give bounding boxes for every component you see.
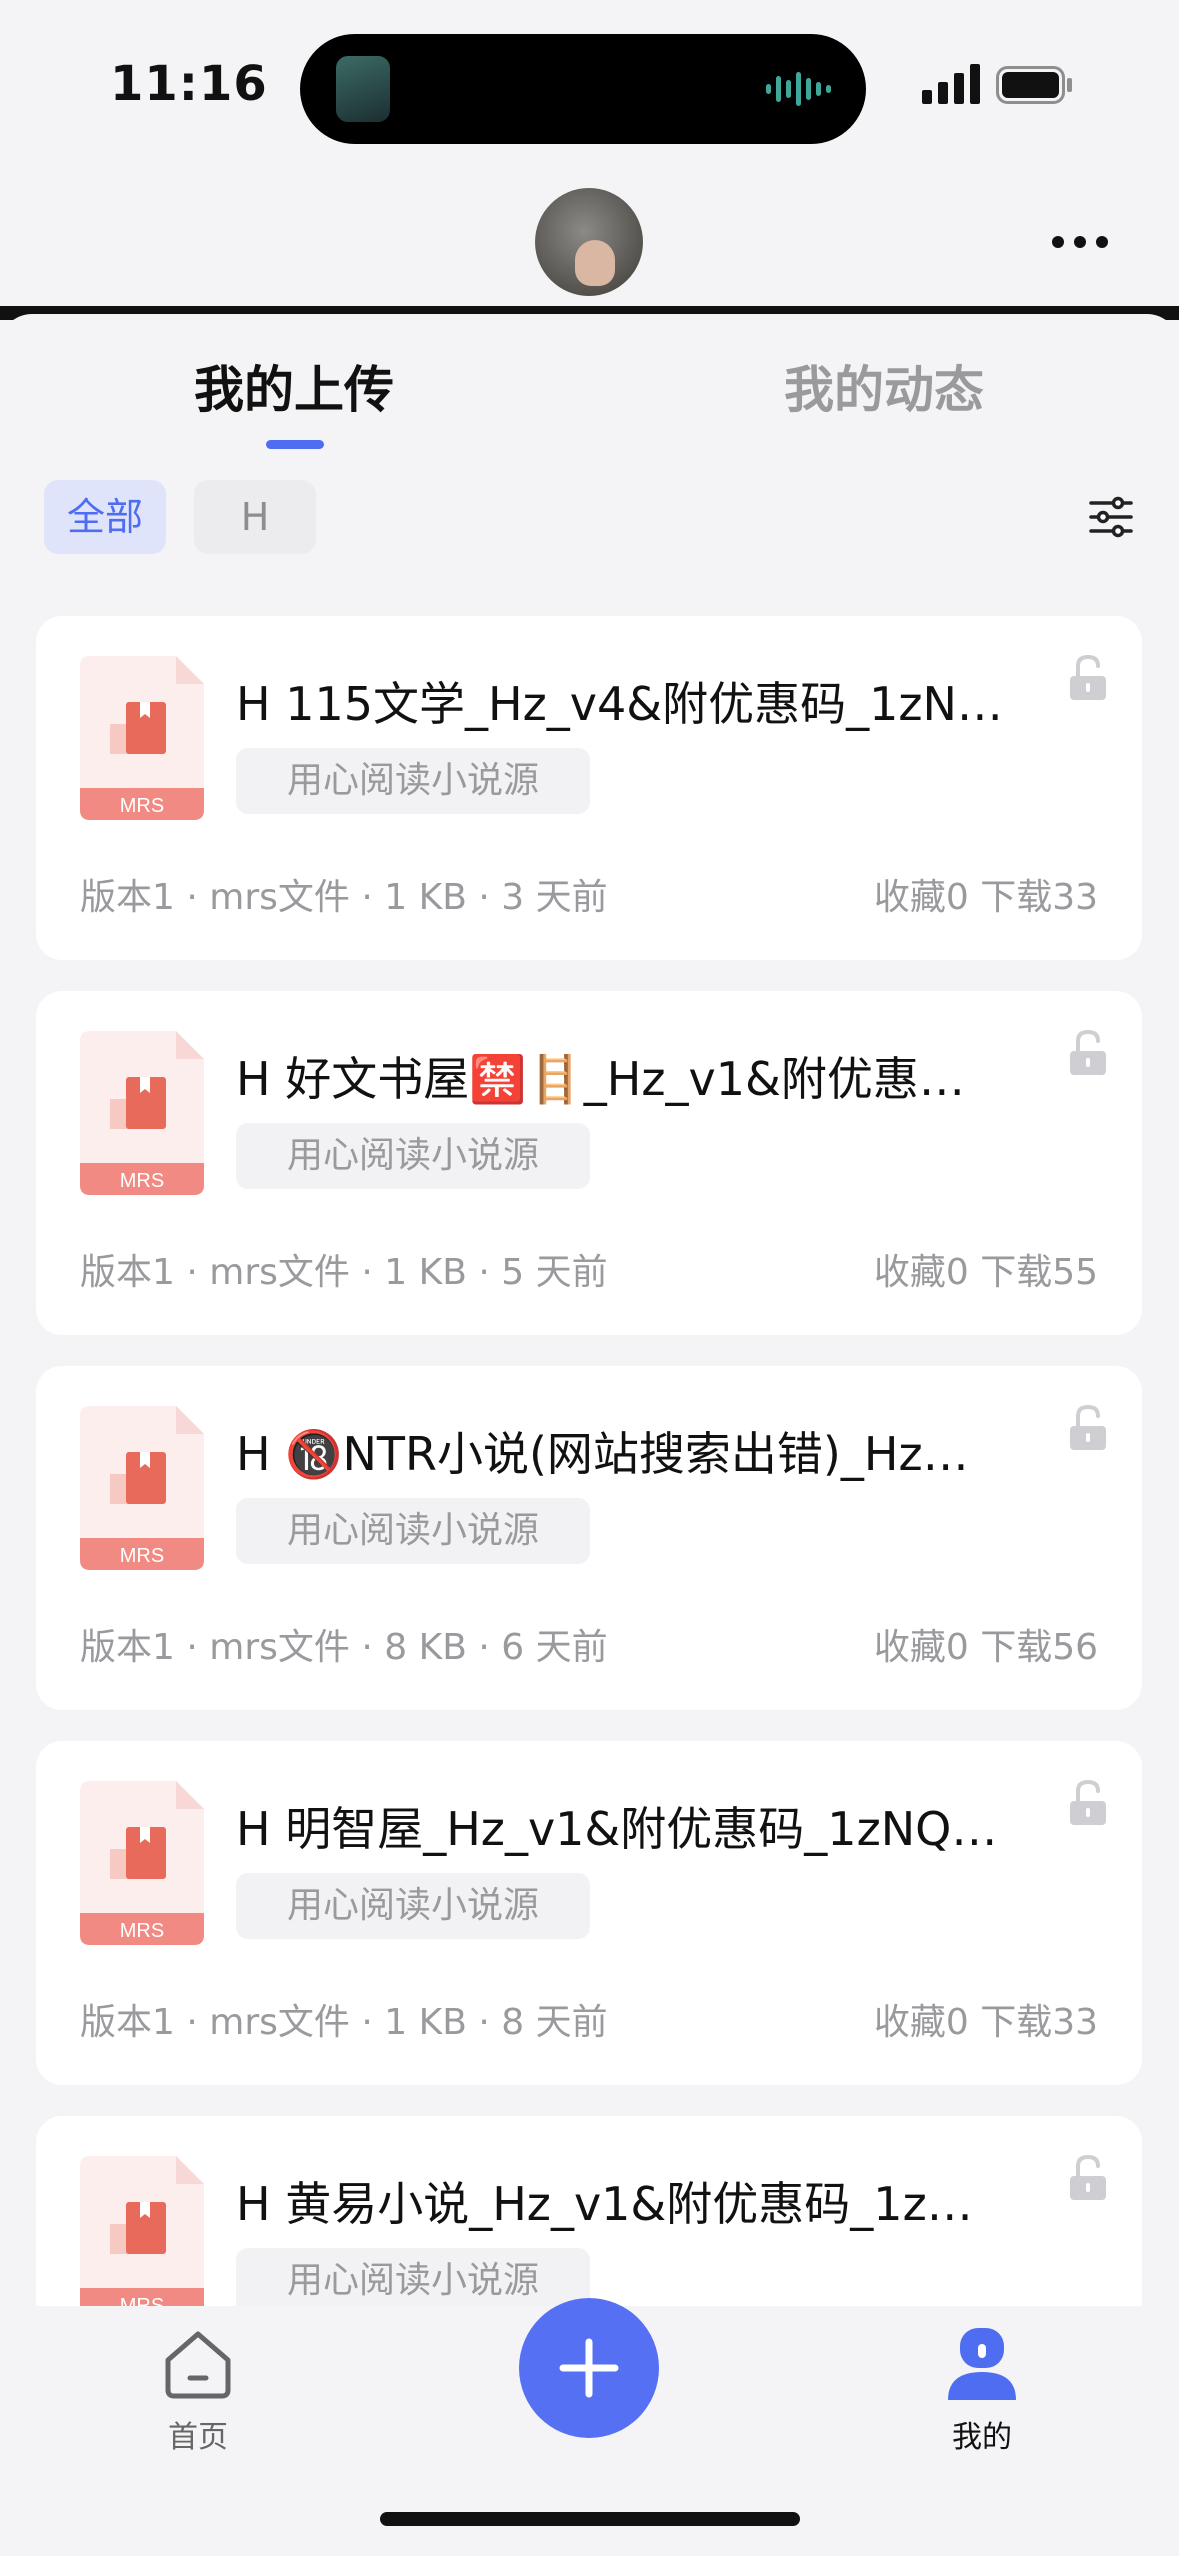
status-bar: 11:16 — [0, 0, 1179, 170]
unlock-icon[interactable] — [1068, 2154, 1108, 2202]
file-title: H 好文书屋🈲🪜_Hz_v1&附优惠… — [236, 1052, 965, 1106]
file-type: mrs文件 — [209, 2002, 350, 2043]
more-dot-icon — [1096, 236, 1108, 248]
filter-settings-icon[interactable] — [1088, 494, 1134, 540]
file-stats: 收藏0 下载33 — [874, 1993, 1098, 2045]
nav-home-label: 首页 — [168, 2420, 228, 2455]
file-version: 版本1 — [80, 877, 175, 918]
svg-text:MRS: MRS — [120, 1545, 164, 1567]
more-dot-icon — [1052, 236, 1064, 248]
unlock-icon[interactable] — [1068, 1029, 1108, 1077]
cellular-signal-icon — [922, 64, 980, 104]
file-card[interactable]: MRS H 🔞NTR小说(网站搜索出错)_Hz… 用心阅读小说源 版本1 · m… — [36, 1366, 1142, 1710]
file-time: 3 天前 — [501, 877, 608, 918]
home-icon — [165, 2331, 231, 2399]
mrs-file-icon: MRS — [80, 1781, 204, 1945]
file-version: 版本1 — [80, 2002, 175, 2043]
mrs-file-icon: MRS — [80, 1406, 204, 1570]
svg-text:MRS: MRS — [120, 1170, 164, 1192]
plus-icon — [559, 2338, 619, 2398]
downloads-count: 下载33 — [980, 2002, 1098, 2043]
file-meta: 版本1 · mrs文件 · 8 KB · 6 天前 — [80, 1627, 608, 1668]
nav-mine[interactable]: 我的 — [934, 2326, 1030, 2456]
file-time: 8 天前 — [501, 2002, 608, 2043]
file-type: mrs文件 — [209, 1627, 350, 1668]
file-type: mrs文件 — [209, 1252, 350, 1293]
file-card[interactable]: MRS H 明智屋_Hz_v1&附优惠码_1zNQ… 用心阅读小说源 版本1 ·… — [36, 1741, 1142, 2085]
now-playing-artwork — [336, 56, 390, 122]
add-upload-button[interactable] — [519, 2298, 659, 2438]
favorites-count: 收藏0 — [873, 1627, 969, 1668]
svg-text:MRS: MRS — [120, 1920, 164, 1942]
file-card[interactable]: MRS H 115文学_Hz_v4&附优惠码_1zN… 用心阅读小说源 版本1 … — [36, 616, 1142, 960]
file-size: 8 KB — [384, 1627, 467, 1668]
file-title: H 115文学_Hz_v4&附优惠码_1zN… — [236, 677, 1003, 731]
file-size: 1 KB — [384, 2002, 467, 2043]
nav-mine-label: 我的 — [952, 2420, 1012, 2455]
more-options-button[interactable] — [1052, 222, 1122, 262]
tab-my-uploads[interactable]: 我的上传 — [194, 350, 394, 422]
file-time: 5 天前 — [501, 1252, 608, 1293]
filter-chip-all[interactable]: 全部 — [44, 480, 166, 554]
downloads-count: 下载56 — [980, 1627, 1098, 1668]
file-type: mrs文件 — [209, 877, 350, 918]
unlock-icon[interactable] — [1068, 1404, 1108, 1452]
audio-wave-icon — [766, 72, 831, 106]
unlock-icon[interactable] — [1068, 1779, 1108, 1827]
favorites-count: 收藏0 — [873, 1252, 969, 1293]
file-stats: 收藏0 下载55 — [874, 1243, 1098, 1295]
dynamic-island[interactable] — [300, 34, 866, 144]
filter-chip-h[interactable]: H — [194, 480, 316, 554]
more-dot-icon — [1074, 236, 1086, 248]
source-tag: 用心阅读小说源 — [236, 1873, 590, 1939]
source-tag: 用心阅读小说源 — [236, 1123, 590, 1189]
file-title: H 明智屋_Hz_v1&附优惠码_1zNQ… — [236, 1802, 998, 1856]
file-stats: 收藏0 下载56 — [874, 1618, 1098, 1670]
file-stats: 收藏0 下载33 — [874, 868, 1098, 920]
favorites-count: 收藏0 — [873, 2002, 969, 2043]
unlock-icon[interactable] — [1068, 654, 1108, 702]
file-version: 版本1 — [80, 1252, 175, 1293]
file-title: H 黄易小说_Hz_v1&附优惠码_1z… — [236, 2177, 973, 2231]
user-icon — [948, 2328, 1016, 2400]
home-indicator — [380, 2512, 800, 2526]
source-tag: 用心阅读小说源 — [236, 748, 590, 814]
file-meta: 版本1 · mrs文件 · 1 KB · 3 天前 — [80, 877, 608, 918]
avatar[interactable] — [535, 188, 643, 296]
file-version: 版本1 — [80, 1627, 175, 1668]
file-size: 1 KB — [384, 1252, 467, 1293]
favorites-count: 收藏0 — [873, 877, 969, 918]
status-time: 11:16 — [110, 56, 268, 112]
file-meta: 版本1 · mrs文件 · 1 KB · 8 天前 — [80, 2002, 608, 2043]
downloads-count: 下载55 — [980, 1252, 1098, 1293]
mrs-file-icon: MRS — [80, 656, 204, 820]
file-title: H 🔞NTR小说(网站搜索出错)_Hz… — [236, 1427, 969, 1481]
tab-my-activity[interactable]: 我的动态 — [784, 350, 984, 422]
mrs-file-icon: MRS — [80, 1031, 204, 1195]
active-tab-indicator — [266, 440, 324, 449]
file-card[interactable]: MRS H 好文书屋🈲🪜_Hz_v1&附优惠… 用心阅读小说源 版本1 · mr… — [36, 991, 1142, 1335]
file-time: 6 天前 — [501, 1627, 608, 1668]
svg-text:MRS: MRS — [120, 795, 164, 817]
file-size: 1 KB — [384, 877, 467, 918]
battery-icon — [996, 66, 1072, 104]
file-meta: 版本1 · mrs文件 · 1 KB · 5 天前 — [80, 1252, 608, 1293]
downloads-count: 下载33 — [980, 877, 1098, 918]
source-tag: 用心阅读小说源 — [236, 1498, 590, 1564]
source-tag: 用心阅读小说源 — [236, 2248, 590, 2314]
mrs-file-icon: MRS — [80, 2156, 204, 2320]
nav-home[interactable]: 首页 — [150, 2326, 246, 2456]
